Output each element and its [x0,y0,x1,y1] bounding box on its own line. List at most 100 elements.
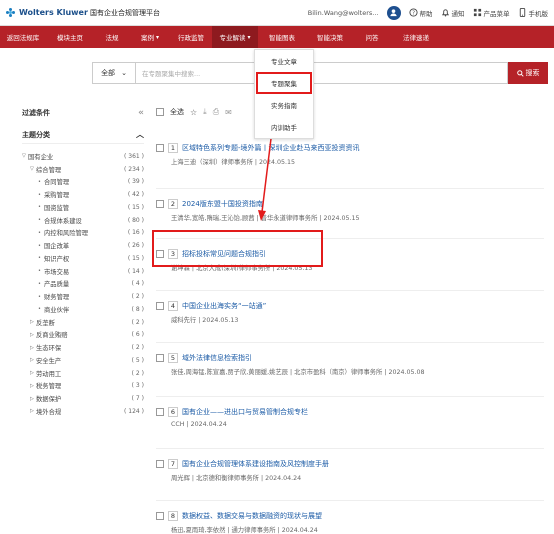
tree-node[interactable]: ▽ 综合管理( 234 ) [22,163,144,176]
result-title-link[interactable]: 2024版东盟十国投资指南 [182,199,263,209]
tree-node-count: ( 2 ) [131,369,144,377]
nav-item-6[interactable]: 智能图表 [258,26,306,48]
tree-node-label: 商业伙伴 [44,306,70,314]
result-checkbox[interactable] [156,200,164,208]
result-title-link[interactable]: 区域特色系列专题-境外篇丨深圳企业赴马来西亚投资资讯 [182,143,360,153]
dropdown-item-2[interactable]: 实务指南 [255,94,313,116]
nav-item-7[interactable]: 智能决策 [306,26,354,48]
tree-node[interactable]: • 采购管理( 42 ) [22,188,144,201]
result-checkbox[interactable] [156,460,164,468]
tree-node[interactable]: • 合规体系建设( 80 ) [22,214,144,227]
tree-node-count: ( 16 ) [127,229,144,237]
nav-item-2[interactable]: 法规 [94,26,130,48]
result-title-link[interactable]: 数据权益、数据交易与数据融资的现状与展望 [182,511,322,521]
result-item: 1 区域特色系列专题-境外篇丨深圳企业赴马来西亚投资资讯 上海三迪（深圳）律师事务所… [156,142,536,166]
dropdown-item-3[interactable]: 内训助手 [255,116,313,138]
help-button[interactable]: ? 帮助 [408,8,433,18]
tree-node[interactable]: ▷ 安全生产( 5 ) [22,354,144,367]
print-icon[interactable]: ⎙ [213,107,219,117]
brand-logo[interactable]: Wolters Kluwer [6,7,90,18]
scope-value: 全部 [101,69,116,77]
tree-node-label: 采购管理 [44,192,70,200]
nav-item-3[interactable]: 案例 ▾ [130,26,170,48]
tree-node[interactable]: • 国企改革( 26 ) [22,239,144,252]
star-icon[interactable]: ☆ [190,108,197,117]
dropdown-item-1[interactable]: 专题聚集 [256,72,312,94]
tree-node-count: ( 42 ) [127,191,144,199]
tree-node[interactable]: • 内控和风险管理( 16 ) [22,227,144,240]
platform-title: 国有企业合规管理平台 [90,8,160,17]
chevron-down-icon: ⌄ [121,69,127,77]
tree-node-label: 知识产权 [44,255,70,263]
result-checkbox[interactable] [156,302,164,310]
tree-node-count: ( 3 ) [131,382,144,390]
tree-node-label: 内控和风险管理 [44,230,89,238]
tree-node[interactable]: • 财务管理( 2 ) [22,290,144,303]
nav-item-9[interactable]: 法律速递 [390,26,442,48]
tree-node[interactable]: • 产品质量( 4 ) [22,278,144,291]
tree-node[interactable]: ▷ 境外合规( 124 ) [22,405,144,418]
dropdown-item-0[interactable]: 专业文章 [255,50,313,72]
nav-item-0[interactable]: 返回法规库 [0,26,46,48]
tree-node[interactable]: ▷ 反商业贿赂( 6 ) [22,329,144,342]
result-checkbox[interactable] [156,144,164,152]
result-title-link[interactable]: 中国企业出海实务“一站通” [182,301,266,311]
collapse-icon[interactable]: « [138,108,144,118]
nav-item-8[interactable]: 问答 [354,26,390,48]
result-title-link[interactable]: 国有企业合规管理体系建设指南及风控制度手册 [182,459,329,469]
scope-select[interactable]: 全部 ⌄ [92,62,136,84]
tree-node-count: ( 14 ) [127,267,144,275]
download-icon[interactable]: ⤓ [203,107,207,117]
divider [156,396,544,397]
sidebar: 过滤条件 « 主题分类 ︿ ▽ 国有企业( 361 ) ▽ 综合管理( 234 ) • 合… [22,106,144,418]
logo-icon [6,7,16,18]
tree-node-count: ( 361 ) [124,152,144,160]
tree-node[interactable]: ▷ 数据保护( 7 ) [22,392,144,405]
category-tree: ▽ 国有企业( 361 ) ▽ 综合管理( 234 ) • 合同管理( 39 ) • 采购管理… [22,150,144,418]
tree-node[interactable]: • 市场交易( 14 ) [22,265,144,278]
tree-node[interactable]: • 国资监管( 15 ) [22,201,144,214]
user-icon[interactable] [386,5,401,20]
result-title-link[interactable]: 国有企业——进出口与贸易管制合规专栏 [182,407,308,417]
search-button[interactable]: 搜索 [508,62,548,84]
email-icon[interactable]: ✉ [225,108,232,117]
user-account[interactable]: Bilin.Wang@wolters... [308,9,379,17]
search-icon [516,69,524,77]
mobile-button[interactable]: 手机版 [518,8,548,18]
select-all-checkbox[interactable] [156,108,164,116]
divider [156,500,544,501]
tree-node-count: ( 2 ) [131,344,144,352]
tree-node-label: 产品质量 [44,281,70,289]
tree-node[interactable]: • 商业伙伴( 8 ) [22,303,144,316]
result-title-link[interactable]: 域外法律信息检索指引 [182,353,252,363]
notify-label: 通知 [451,9,465,18]
nav-item-4[interactable]: 行政监管 [170,26,212,48]
divider [156,290,544,291]
result-item: 8 数据权益、数据交易与数据融资的现状与展望 杨迅,夏雨琦,李依然 | 通力律师事务… [156,510,536,534]
tree-node-count: ( 15 ) [127,203,144,211]
category-header[interactable]: 主题分类 ︿ [22,126,144,144]
result-item: 7 国有企业合规管理体系建设指南及风控制度手册 周光辉 | 北京德和衡律师事务所 |… [156,458,536,482]
product-menu-button[interactable]: 产品菜单 [473,8,510,18]
tree-node[interactable]: ▷ 生态环保( 2 ) [22,341,144,354]
result-checkbox[interactable] [156,408,164,416]
tree-node[interactable]: ▽ 国有企业( 361 ) [22,150,144,163]
tree-node-count: ( 7 ) [131,395,144,403]
nav-item-1[interactable]: 模块主页 [46,26,94,48]
notify-button[interactable]: 通知 [441,8,465,18]
tree-node[interactable]: • 知识产权( 15 ) [22,252,144,265]
chevron-down-icon: ▾ [247,33,251,41]
result-checkbox[interactable] [156,512,164,520]
tree-node[interactable]: • 合同管理( 39 ) [22,176,144,189]
result-checkbox[interactable] [156,354,164,362]
chevron-down-icon: ▾ [155,33,159,41]
nav-item-5[interactable]: 专业解读 ▾ [212,26,258,48]
dropdown-menu: 专业文章 专题聚集 实务指南 内训助手 [254,49,314,139]
tree-node-count: ( 124 ) [124,407,144,415]
tree-node[interactable]: ▷ 反垄断( 2 ) [22,316,144,329]
tree-node-label: 反商业贿赂 [36,332,68,340]
tree-node-count: ( 26 ) [127,242,144,250]
search-input[interactable]: 在专题聚集中搜索... [136,62,508,84]
tree-node[interactable]: ▷ 税务管理( 3 ) [22,380,144,393]
tree-node[interactable]: ▷ 劳动用工( 2 ) [22,367,144,380]
